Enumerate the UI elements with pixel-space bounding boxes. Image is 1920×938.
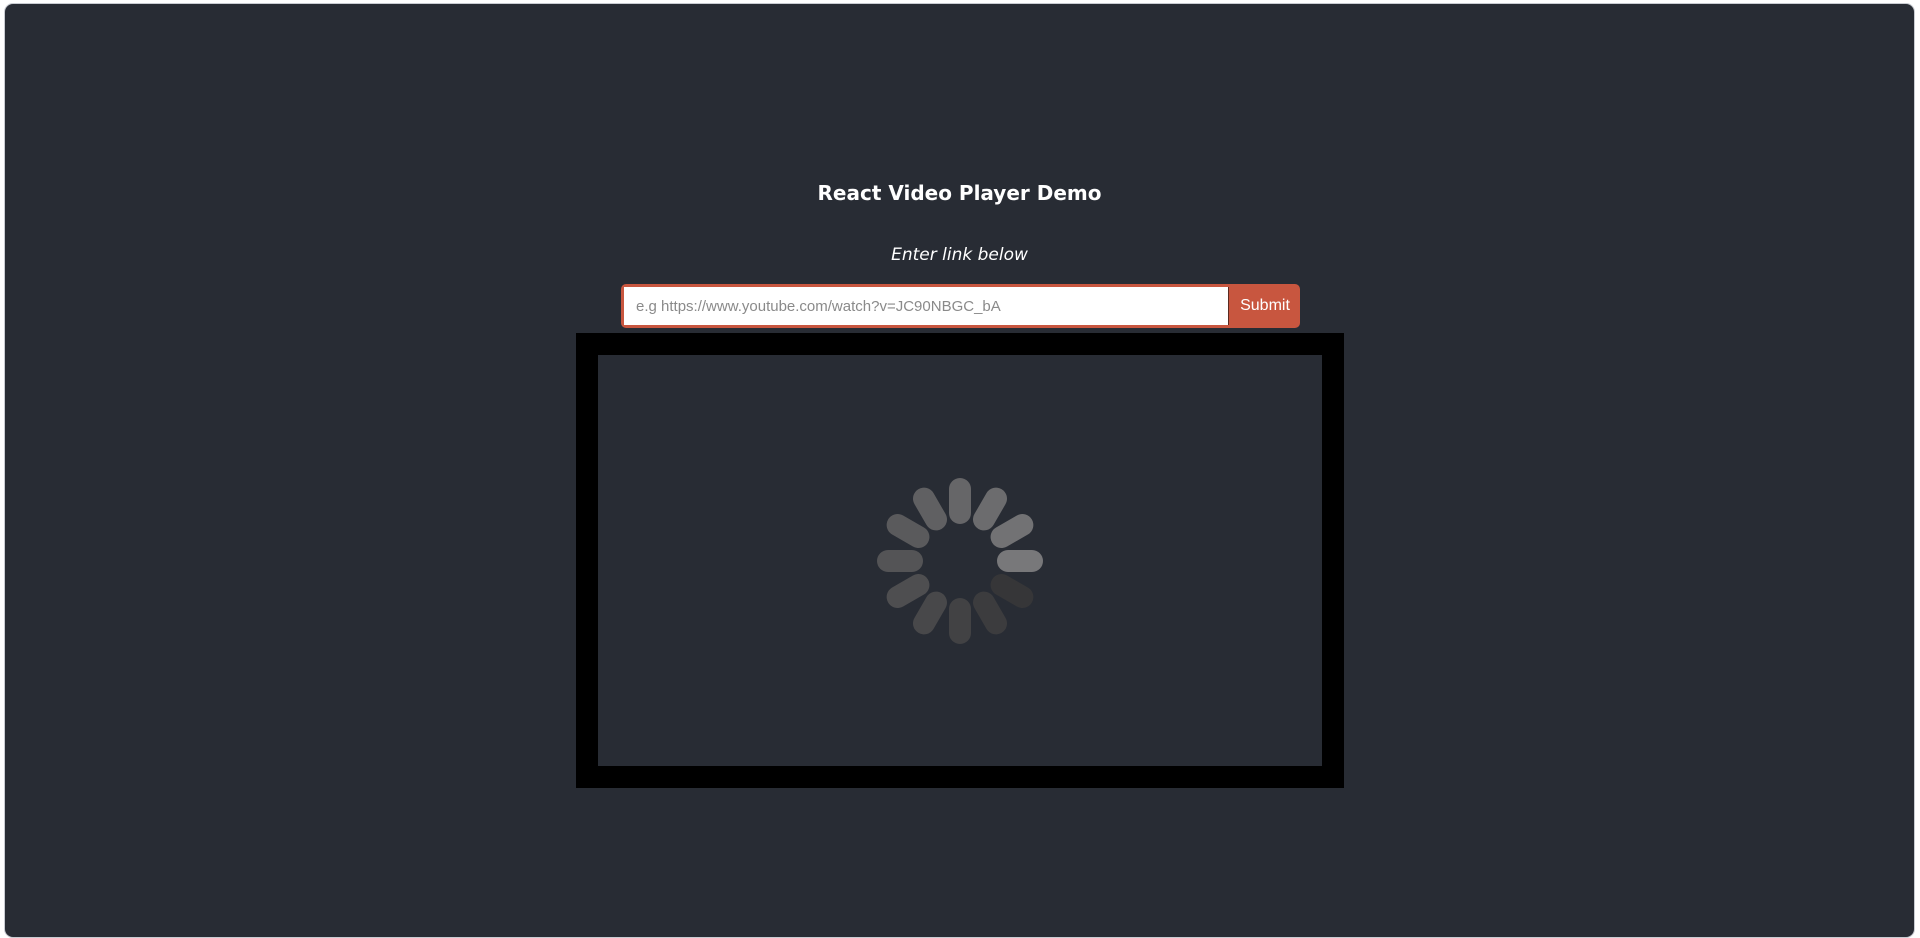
url-form: Submit <box>621 284 1300 328</box>
spinner-bar <box>886 514 930 548</box>
video-screen[interactable] <box>598 355 1322 766</box>
spinner-bar <box>973 591 1007 635</box>
instruction-text: Enter link below <box>891 245 1028 265</box>
video-player[interactable] <box>576 333 1344 788</box>
spinner-bar <box>973 487 1007 531</box>
page-title: React Video Player Demo <box>817 181 1102 205</box>
submit-button[interactable]: Submit <box>1230 284 1300 328</box>
video-url-input[interactable] <box>624 287 1229 325</box>
spinner-bar <box>990 514 1034 548</box>
spinner-bar <box>886 574 930 608</box>
spinner-bar <box>913 487 947 531</box>
spinner-bar <box>990 574 1034 608</box>
loading-spinner-icon <box>877 478 1043 644</box>
spinner-bar <box>913 591 947 635</box>
app-window: React Video Player Demo Enter link below… <box>5 4 1914 937</box>
